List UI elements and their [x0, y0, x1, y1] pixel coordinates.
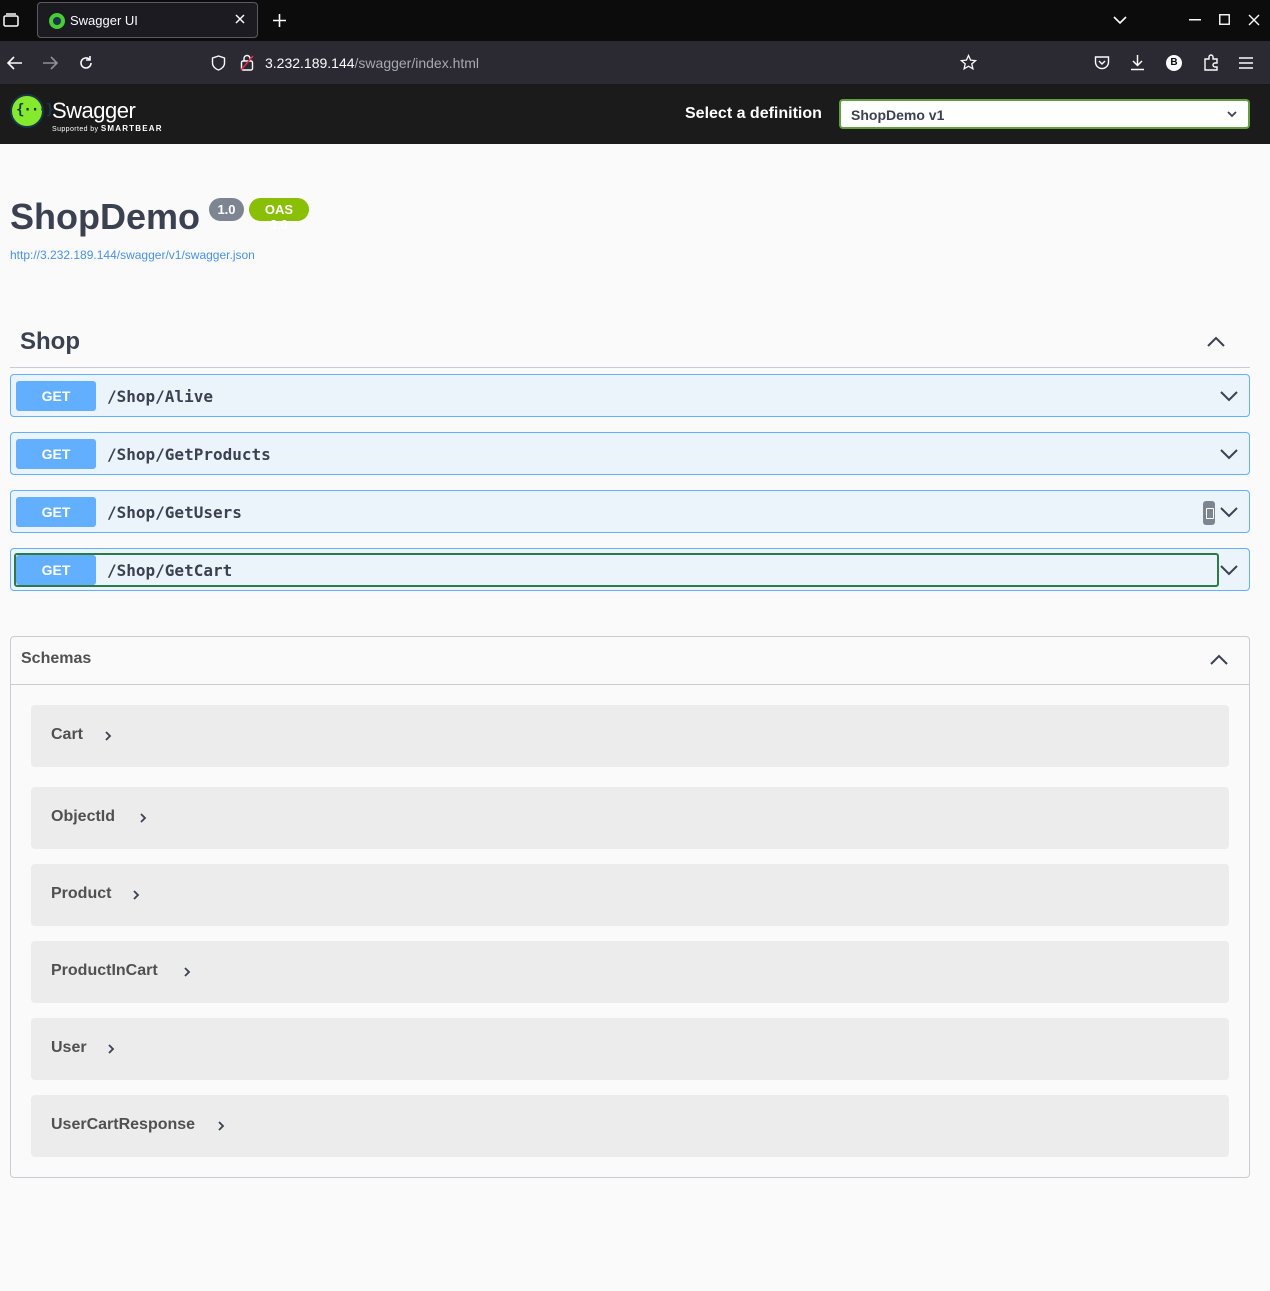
- browser-tab-bar: Swagger UI: [0, 0, 1270, 41]
- model-name: UserCartResponse: [51, 1116, 196, 1133]
- copy-to-clipboard-icon[interactable]: [1203, 501, 1215, 525]
- chevron-down-icon: [1227, 111, 1237, 118]
- swagger-logo-subtitle: Supported by SMARTBEAR: [52, 124, 163, 133]
- chevron-right-icon[interactable]: [138, 811, 148, 825]
- new-tab-icon[interactable]: [272, 13, 287, 28]
- maximize-icon[interactable]: [1219, 14, 1230, 25]
- spec-url-link[interactable]: http://3.232.189.144/swagger/v1/swagger.…: [10, 248, 255, 262]
- browser-tab[interactable]: Swagger UI: [37, 2, 258, 38]
- chevron-right-icon[interactable]: [182, 965, 192, 979]
- pocket-icon[interactable]: [1094, 55, 1110, 70]
- model-cart[interactable]: Cart: [31, 705, 1229, 767]
- model-name: User: [51, 1039, 87, 1056]
- schemas-section: Schemas Cart ObjectId Product ProductInC…: [10, 636, 1250, 1178]
- operation-get-cart[interactable]: GET /Shop/GetCart: [10, 548, 1250, 591]
- chevron-right-icon[interactable]: [106, 1042, 116, 1056]
- reload-icon[interactable]: [78, 55, 94, 71]
- swagger-logo-text: Swagger: [52, 98, 136, 123]
- operation-path: /Shop/GetProducts: [107, 445, 271, 464]
- chevron-down-icon[interactable]: [1219, 445, 1239, 463]
- http-method-badge: GET: [16, 555, 96, 585]
- http-method-badge: GET: [16, 439, 96, 469]
- model-usercartresponse[interactable]: UserCartResponse: [31, 1095, 1229, 1157]
- chevron-down-icon[interactable]: [1219, 561, 1239, 579]
- model-objectid[interactable]: ObjectId: [31, 787, 1229, 849]
- schemas-title: Schemas: [21, 650, 92, 667]
- tag-divider: [10, 367, 1250, 368]
- chevron-down-icon[interactable]: [1219, 387, 1239, 405]
- oas-version-badge: OAS 3.0: [249, 198, 309, 232]
- operation-path: /Shop/GetUsers: [107, 503, 242, 522]
- url-address-input[interactable]: 3.232.189.144/swagger/index.html: [265, 55, 479, 71]
- model-name: ProductInCart: [51, 962, 158, 979]
- chevron-up-icon[interactable]: [1204, 332, 1228, 352]
- operation-get-products[interactable]: GET /Shop/GetProducts: [10, 432, 1250, 475]
- chevron-up-icon[interactable]: [1209, 651, 1229, 669]
- operation-path: /Shop/GetCart: [107, 561, 233, 580]
- hamburger-menu-icon[interactable]: [1239, 57, 1253, 69]
- back-arrow-icon[interactable]: [7, 56, 23, 70]
- model-product[interactable]: Product: [31, 864, 1229, 926]
- operation-path: /Shop/Alive: [107, 387, 213, 406]
- tab-title: Swagger UI: [70, 13, 138, 28]
- chevron-right-icon[interactable]: [131, 888, 141, 902]
- http-method-badge: GET: [16, 497, 96, 527]
- tracking-shield-icon[interactable]: [211, 55, 226, 71]
- swagger-favicon-icon: [49, 13, 65, 29]
- minimize-icon[interactable]: [1189, 19, 1201, 21]
- browser-navigation-bar: 3.232.189.144/swagger/index.html B: [0, 41, 1270, 84]
- model-name: Product: [51, 885, 112, 902]
- model-productincart[interactable]: ProductInCart: [31, 941, 1229, 1003]
- chevron-down-icon[interactable]: [1219, 503, 1239, 521]
- swagger-topbar: {···} Swagger Supported by SMARTBEAR Sel…: [0, 84, 1270, 144]
- model-user[interactable]: User: [31, 1018, 1229, 1080]
- tab-list-chevron-down-icon[interactable]: [1113, 15, 1127, 25]
- definition-selected-value: ShopDemo v1: [851, 107, 945, 123]
- chevron-right-icon[interactable]: [103, 729, 113, 743]
- close-tab-icon[interactable]: [231, 10, 249, 28]
- operation-get-alive[interactable]: GET /Shop/Alive: [10, 374, 1250, 417]
- operation-get-users[interactable]: GET /Shop/GetUsers: [10, 490, 1250, 533]
- schemas-header[interactable]: Schemas: [11, 637, 1249, 685]
- api-title: ShopDemo: [10, 196, 201, 237]
- url-host: 3.232.189.144: [265, 55, 355, 71]
- swagger-logo-icon[interactable]: {···}: [10, 94, 54, 128]
- model-name: ObjectId: [51, 808, 116, 825]
- chevron-right-icon[interactable]: [216, 1119, 226, 1133]
- tag-title-shop[interactable]: Shop: [20, 328, 80, 356]
- close-window-icon[interactable]: [1248, 14, 1260, 26]
- downloads-icon[interactable]: [1130, 54, 1145, 71]
- definition-label: Select a definition: [685, 105, 822, 122]
- forward-arrow-icon[interactable]: [42, 56, 58, 70]
- http-method-badge: GET: [16, 381, 96, 411]
- url-path: /swagger/index.html: [354, 55, 480, 71]
- model-name: Cart: [51, 726, 84, 743]
- definition-select[interactable]: ShopDemo v1: [839, 99, 1250, 129]
- profile-avatar[interactable]: B: [1166, 55, 1182, 71]
- tab-overview-icon[interactable]: [3, 13, 19, 27]
- bookmark-star-icon[interactable]: [960, 54, 977, 71]
- insecure-lock-icon[interactable]: [240, 54, 254, 71]
- version-badge: 1.0: [209, 198, 244, 221]
- extensions-puzzle-icon[interactable]: [1203, 54, 1219, 71]
